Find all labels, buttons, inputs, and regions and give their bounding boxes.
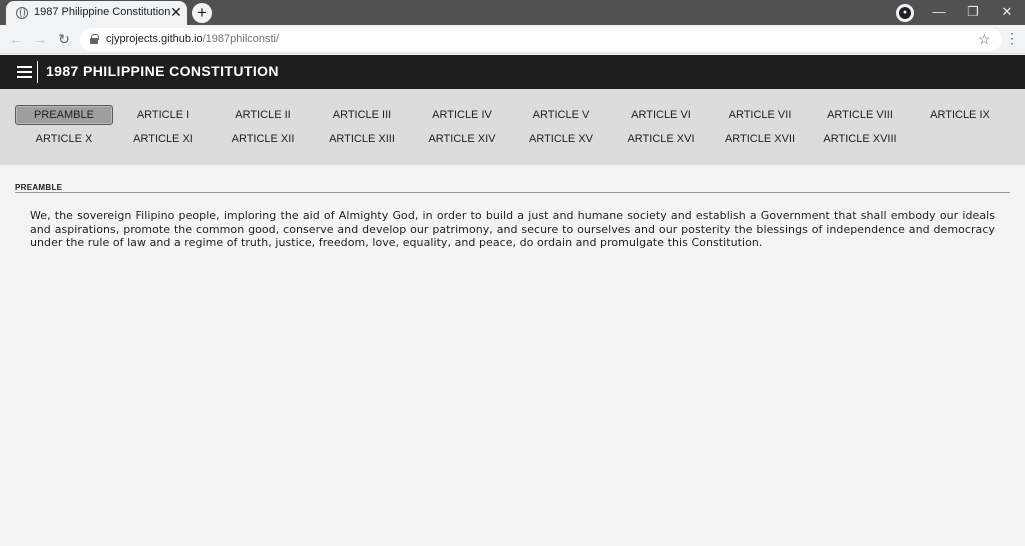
header-divider [37, 61, 38, 83]
article-button-10[interactable]: ARTICLE X [15, 129, 113, 149]
article-button-17[interactable]: ARTICLE XVII [711, 129, 809, 149]
article-button-16[interactable]: ARTICLE XVI [612, 129, 710, 149]
restore-button[interactable]: ❐ [956, 0, 990, 25]
article-button-14[interactable]: ARTICLE XIV [413, 129, 511, 149]
address-bar[interactable]: cjyprojects.github.io/1987philconsti/ ☆ [80, 28, 1002, 51]
lock-icon[interactable] [90, 34, 99, 44]
article-nav: PREAMBLE ARTICLE I ARTICLE II ARTICLE II… [0, 89, 1025, 165]
article-button-1[interactable]: ARTICLE I [114, 105, 212, 125]
url-text[interactable]: cjyprojects.github.io/1987philconsti/ [106, 33, 279, 45]
article-button-5[interactable]: ARTICLE V [512, 105, 610, 125]
more-vert-icon[interactable]: ⋮ [1005, 30, 1019, 48]
globe-icon [16, 7, 28, 19]
tab-title: 1987 Philippine Constitution [34, 6, 171, 18]
section-text: We, the sovereign Filipino people, implo… [30, 209, 995, 249]
reload-icon[interactable]: ↻ [56, 31, 72, 47]
forward-arrow-icon[interactable]: → [32, 31, 48, 47]
new-tab-button[interactable]: + [192, 3, 212, 23]
article-button-3[interactable]: ARTICLE III [313, 105, 411, 125]
article-button-18[interactable]: ARTICLE XVIII [811, 129, 909, 149]
url-path: /1987philconsti/ [202, 33, 280, 45]
article-button-13[interactable]: ARTICLE XIII [313, 129, 411, 149]
section-heading: PREAMBLE [15, 183, 1010, 193]
article-button-12[interactable]: ARTICLE XII [214, 129, 312, 149]
profile-button[interactable]: ● [896, 4, 914, 22]
url-host: cjyprojects.github.io [106, 33, 203, 45]
hamburger-icon[interactable] [17, 66, 32, 78]
article-button-4[interactable]: ARTICLE IV [413, 105, 511, 125]
article-button-6[interactable]: ARTICLE VI [612, 105, 710, 125]
article-button-7[interactable]: ARTICLE VII [711, 105, 809, 125]
article-button-9[interactable]: ARTICLE IX [911, 105, 1009, 125]
browser-toolbar: ← → ↻ cjyprojects.github.io/1987philcons… [0, 25, 1025, 54]
content-section: PREAMBLE We, the sovereign Filipino peop… [15, 183, 1010, 250]
browser-tab[interactable]: 1987 Philippine Constitution ✕ [6, 1, 187, 25]
article-button-preamble[interactable]: PREAMBLE [15, 105, 113, 125]
minimize-button[interactable]: — [922, 0, 956, 25]
article-button-2[interactable]: ARTICLE II [214, 105, 312, 125]
browser-titlebar: 1987 Philippine Constitution ✕ + ● — ❐ ✕ [0, 0, 1025, 25]
article-button-8[interactable]: ARTICLE VIII [811, 105, 909, 125]
back-arrow-icon[interactable]: ← [8, 31, 24, 47]
account-icon: ● [899, 7, 911, 19]
close-window-button[interactable]: ✕ [990, 0, 1024, 25]
close-tab-icon[interactable]: ✕ [168, 4, 184, 20]
article-button-11[interactable]: ARTICLE XI [114, 129, 212, 149]
star-icon[interactable]: ☆ [978, 31, 991, 48]
article-button-15[interactable]: ARTICLE XV [512, 129, 610, 149]
app-header: 1987 PHILIPPINE CONSTITUTION [0, 55, 1025, 89]
page-title: 1987 PHILIPPINE CONSTITUTION [46, 63, 279, 79]
